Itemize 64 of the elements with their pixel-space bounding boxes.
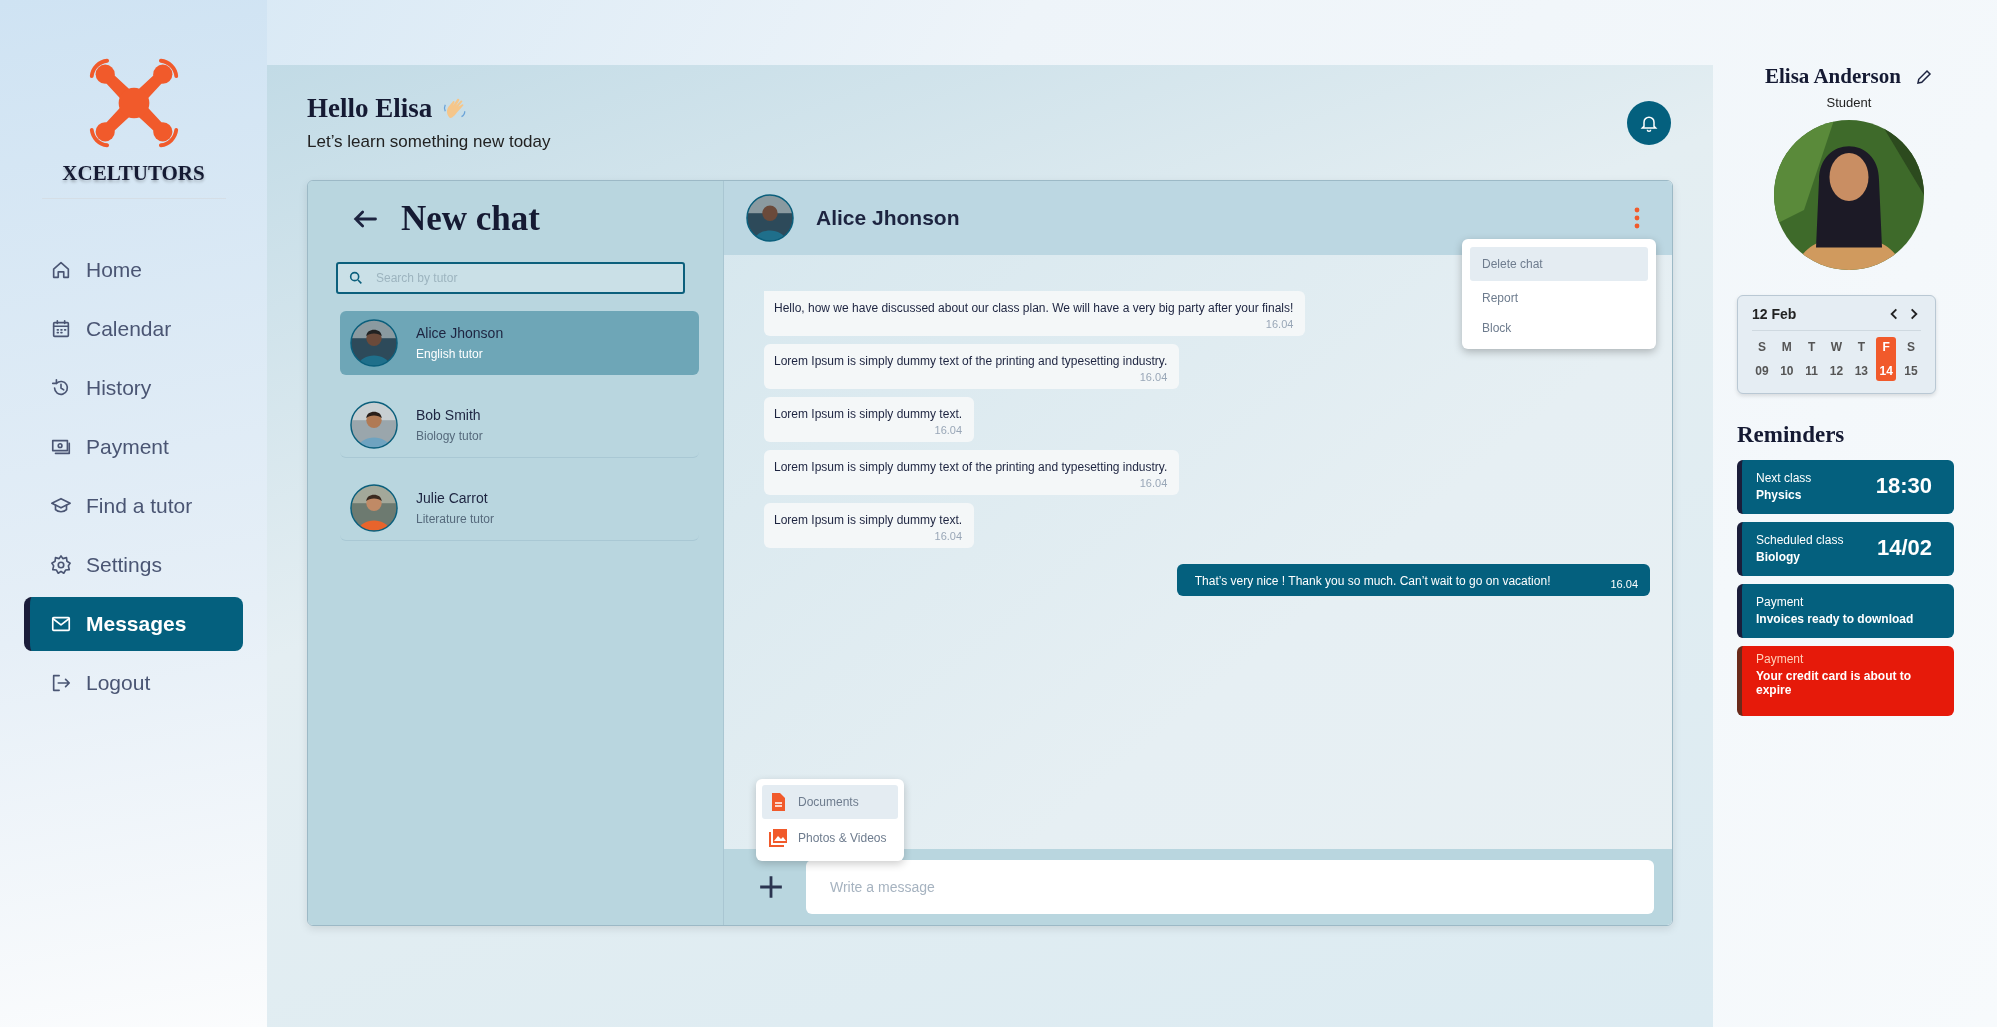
- message-time: 16.04: [1139, 371, 1168, 383]
- calendar-month: 12 Feb: [1752, 306, 1798, 322]
- calendar-day[interactable]: W 12: [1826, 337, 1847, 381]
- reminder-value: 18:30: [1875, 473, 1932, 499]
- profile-role: Student: [1826, 95, 1872, 110]
- reminder-label: Payment: [1756, 594, 1805, 609]
- profile-name: Elisa Anderson: [1765, 64, 1901, 89]
- calendar-day[interactable]: M 10: [1776, 337, 1797, 381]
- message-text: Lorem Ipsum is simply dummy text of the printing and typesetting industry.: [774, 354, 1168, 368]
- reminder-detail: Biology: [1756, 549, 1801, 564]
- nav-item[interactable]: Logout: [24, 656, 243, 710]
- house-icon: [50, 259, 72, 281]
- calendar-day[interactable]: T 11: [1801, 337, 1822, 381]
- menu-item[interactable]: Delete chat: [1470, 247, 1648, 281]
- panel-title: New chat: [401, 199, 540, 239]
- message-time: 16.04: [1610, 578, 1638, 590]
- message-text: Hello, how we have discussed about our class plan. We will have a very big party after your finals!: [774, 301, 1294, 315]
- message-input[interactable]: Write a message: [806, 860, 1654, 914]
- message-text: Lorem Ipsum is simply dummy text of the printing and typesetting industry.: [774, 460, 1168, 474]
- calendar-day[interactable]: S 15: [1900, 337, 1921, 381]
- nav-item[interactable]: Home: [24, 243, 243, 297]
- menu-item[interactable]: Report: [1470, 285, 1648, 311]
- message-time: 16.04: [934, 424, 963, 436]
- menu-item[interactable]: Block: [1470, 315, 1648, 341]
- reminder-detail: Physics: [1756, 487, 1803, 502]
- nav-item[interactable]: History: [24, 361, 243, 415]
- message-text: That’s very nice ! Thank you so much. Can’t wait to go on vacation!: [1194, 574, 1551, 588]
- message-time: 16.04: [1139, 477, 1168, 489]
- calendar-icon: [50, 318, 72, 340]
- nav-item[interactable]: Calendar: [24, 302, 243, 356]
- brand-name: XCELTUTORS: [62, 161, 205, 186]
- calendar-day[interactable]: F 14: [1876, 337, 1897, 381]
- edit-icon[interactable]: [1915, 67, 1933, 86]
- reminder-label: Scheduled class: [1756, 532, 1844, 547]
- settings-icon: [50, 554, 72, 576]
- reminder-detail: Invoices ready to download: [1756, 611, 1914, 626]
- reminder-value: 14/02: [1876, 535, 1932, 561]
- reminder-label: Payment: [1756, 652, 1805, 666]
- subtitle: Let’s learn something new today: [307, 132, 551, 152]
- nav-item[interactable]: Find a tutor: [24, 479, 243, 533]
- attach-option[interactable]: Photos & Videos: [762, 821, 898, 855]
- calendar-day[interactable]: T 13: [1851, 337, 1872, 381]
- greeting: Hello Elisa: [307, 93, 433, 124]
- reminder-label: Next class: [1756, 470, 1812, 485]
- nav-item[interactable]: Payment: [24, 420, 243, 474]
- message-text: Lorem Ipsum is simply dummy text.: [774, 513, 963, 527]
- notification-button[interactable]: [1627, 101, 1671, 145]
- chat-item[interactable]: Julie Carrot Literature tutor: [340, 476, 699, 541]
- image-gallery-icon: [768, 828, 788, 848]
- contact-name: Alice Jhonson: [816, 206, 961, 230]
- message-time: 16.04: [1265, 318, 1294, 330]
- search-icon: [348, 270, 364, 286]
- message-time: 16.04: [934, 530, 963, 542]
- attach-option[interactable]: Documents: [762, 785, 898, 819]
- calendar-day[interactable]: S 09: [1752, 337, 1772, 381]
- message-text: Lorem Ipsum is simply dummy text.: [774, 407, 963, 421]
- chat-item[interactable]: Alice Jhonson English tutor: [340, 311, 699, 375]
- reminder-detail: Your credit card is about to expire: [1756, 669, 1913, 697]
- chat-item[interactable]: Bob Smith Biology tutor: [340, 393, 699, 458]
- logout-icon: [50, 672, 72, 694]
- nav-item[interactable]: Messages: [24, 597, 243, 651]
- nav-item[interactable]: Settings: [24, 538, 243, 592]
- add-icon[interactable]: [758, 874, 784, 900]
- reminders-title: Reminders: [1737, 422, 1845, 448]
